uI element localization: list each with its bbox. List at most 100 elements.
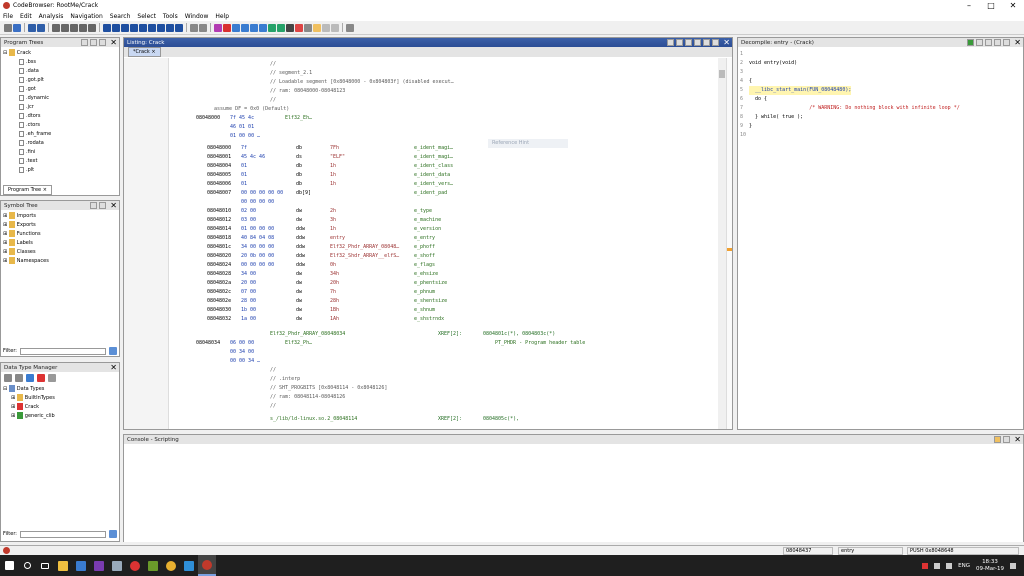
tree-item[interactable]: .jcr (3, 103, 117, 112)
close-button[interactable]: ✕ (1002, 0, 1024, 11)
tree-item[interactable]: .fini (3, 148, 117, 157)
filter-options-icon[interactable] (109, 530, 117, 538)
listing-scrollbar[interactable] (718, 58, 726, 429)
symbol-action-icon[interactable] (90, 202, 98, 209)
layout-icon[interactable] (685, 39, 693, 46)
export-icon[interactable] (985, 39, 993, 46)
refresh-icon[interactable] (967, 39, 975, 46)
console-menu-icon[interactable] (1003, 436, 1011, 443)
tree-item-generic-clib[interactable]: ⊞ generic_clib (3, 412, 117, 421)
start-button[interactable] (0, 555, 18, 576)
search-icon[interactable] (18, 555, 36, 576)
instruction-icon[interactable] (112, 23, 120, 32)
flow-icon[interactable] (223, 23, 231, 32)
forward-icon[interactable] (37, 23, 45, 32)
tree-root[interactable]: ⊟ Crack (3, 49, 117, 58)
tree-item-labels[interactable]: ⊞ Labels (3, 239, 117, 248)
tree-item-builtin[interactable]: ⊞ BuiltInTypes (3, 394, 117, 403)
app-a-icon[interactable] (144, 555, 162, 576)
vertical-icon[interactable] (157, 23, 165, 32)
function-icon[interactable] (139, 23, 147, 32)
graph-icon[interactable] (241, 23, 249, 32)
listing-body[interactable]: // // segment_2.1 // Loadable segment [0x8… (170, 58, 716, 429)
bytes-icon[interactable] (166, 23, 174, 32)
maximize-button[interactable]: □ (980, 0, 1002, 11)
menu-analysis[interactable]: Analysis (39, 13, 64, 20)
tree-item[interactable]: .dynamic (3, 94, 117, 103)
data-type-filter-input[interactable] (19, 530, 106, 538)
menu-tools[interactable]: Tools (163, 13, 178, 20)
vm-icon[interactable] (108, 555, 126, 576)
copy-icon[interactable] (976, 39, 984, 46)
close-icon[interactable]: ✕ (110, 201, 119, 210)
menu-window[interactable]: Window (185, 13, 209, 20)
snapshot-icon[interactable] (994, 39, 1002, 46)
clear-console-icon[interactable] (994, 436, 1002, 443)
tray-app-icon[interactable] (922, 562, 929, 569)
close-icon[interactable]: ✕ (110, 38, 119, 47)
filter-icon[interactable] (37, 373, 45, 382)
script-icon[interactable] (277, 23, 285, 32)
decompiler-code[interactable]: 1 2 void entry(void) 3 4 {5 __libc_start_main… (738, 50, 1018, 430)
nav-data-icon[interactable] (61, 23, 69, 32)
app-red-icon[interactable] (126, 555, 144, 576)
panel-menu-icon[interactable] (712, 39, 720, 46)
tree-item[interactable]: .bss (3, 58, 117, 67)
language-indicator[interactable]: ENG (958, 563, 970, 569)
clock[interactable]: 18:33 09-Mar-19 (976, 559, 1004, 573)
redo-icon[interactable] (199, 23, 207, 32)
tree-menu-icon[interactable] (99, 39, 107, 46)
tree-item-functions[interactable]: ⊞ Functions (3, 230, 117, 239)
tree-root[interactable]: ⊟ Data Types (3, 385, 117, 394)
collapse-icon[interactable] (48, 373, 56, 382)
menu-edit[interactable]: Edit (20, 13, 32, 20)
close-icon[interactable]: ✕ (1014, 435, 1023, 444)
task-view-icon[interactable] (36, 555, 54, 576)
network-icon[interactable] (934, 562, 941, 569)
tree-item-namespaces[interactable]: ⊞ Namespaces (3, 257, 117, 266)
nav-code-icon[interactable] (52, 23, 60, 32)
tree-item-imports[interactable]: ⊞ Imports (3, 212, 117, 221)
close-icon[interactable]: ✕ (723, 38, 732, 47)
chrome-icon[interactable] (162, 555, 180, 576)
structure-icon[interactable] (175, 23, 183, 32)
console-icon[interactable] (286, 23, 294, 32)
run-icon[interactable] (268, 23, 276, 32)
scrollbar-thumb[interactable] (719, 70, 725, 78)
volume-icon[interactable] (946, 562, 953, 569)
memory-icon[interactable] (232, 23, 240, 32)
menu-select[interactable]: Select (137, 13, 156, 20)
paste-icon[interactable] (676, 39, 684, 46)
label-icon[interactable] (130, 23, 138, 32)
back-icon[interactable] (28, 23, 36, 32)
diff-icon[interactable] (694, 39, 702, 46)
symbol-menu-icon[interactable] (99, 202, 107, 209)
clear-icon[interactable] (322, 23, 330, 32)
tree-item[interactable]: .data (3, 67, 117, 76)
tab-crack[interactable]: *Crack × (128, 47, 161, 57)
console-output[interactable] (124, 444, 1023, 542)
back-icon[interactable] (4, 373, 12, 382)
minimize-button[interactable]: – (958, 0, 980, 11)
download-icon[interactable] (103, 23, 111, 32)
symbol-filter-input[interactable] (19, 347, 106, 355)
tree-item-crack[interactable]: ⊞ Crack (3, 403, 117, 412)
tree-item[interactable]: .eh_frame (3, 130, 117, 139)
tree-item[interactable]: .got (3, 85, 117, 94)
tree-item[interactable]: .dtors (3, 112, 117, 121)
check-icon[interactable] (214, 23, 222, 32)
save-icon[interactable] (13, 23, 21, 32)
overview-margin[interactable] (726, 58, 732, 429)
data-icon[interactable] (121, 23, 129, 32)
open-icon[interactable] (4, 23, 12, 32)
tree-item[interactable]: .ctors (3, 121, 117, 130)
onenote-icon[interactable] (90, 555, 108, 576)
menu-help[interactable]: Help (215, 13, 229, 20)
symbol-icon[interactable] (250, 23, 258, 32)
forward-icon[interactable] (15, 373, 23, 382)
tree-item[interactable]: .got.plt (3, 76, 117, 85)
undo-icon[interactable] (190, 23, 198, 32)
filter-options-icon[interactable] (109, 347, 117, 355)
menu-file[interactable]: File (3, 13, 13, 20)
plugin-icon[interactable] (346, 23, 354, 32)
